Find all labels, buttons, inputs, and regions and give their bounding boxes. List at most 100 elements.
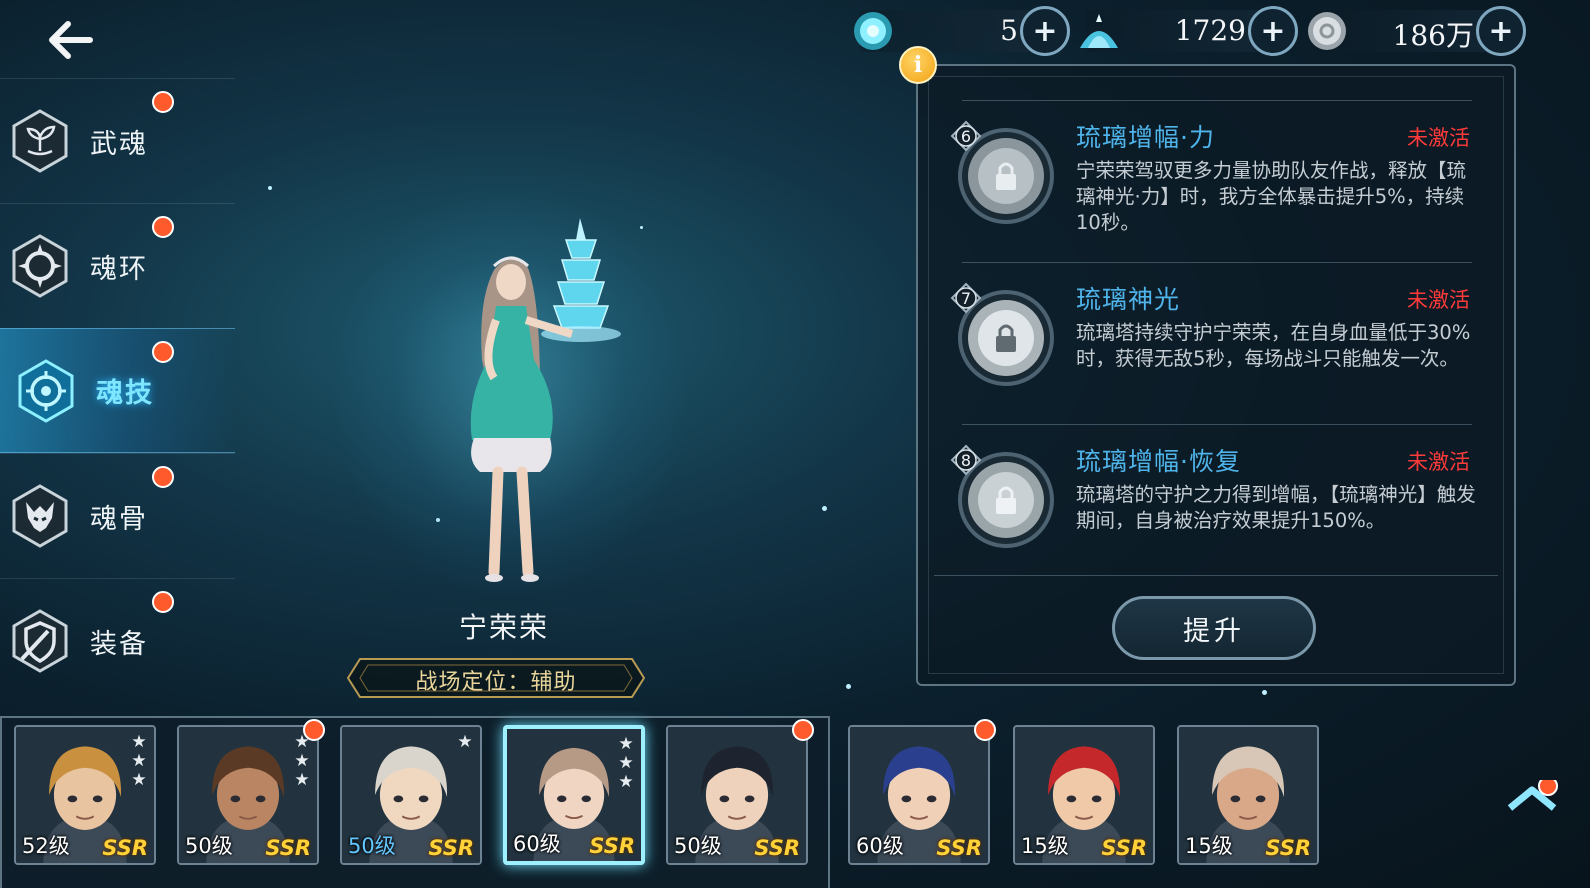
star-icon: ★ bbox=[131, 770, 147, 790]
notification-dot bbox=[152, 341, 174, 363]
character-level: 15级 bbox=[1185, 834, 1233, 858]
skill-status: 未激活 bbox=[1407, 288, 1470, 312]
character-level: 50级 bbox=[674, 834, 722, 858]
resource-value: 5 bbox=[1000, 14, 1018, 47]
skill-target-icon bbox=[18, 358, 74, 423]
locked-skill-icon: 8 bbox=[950, 444, 1054, 548]
ring-icon bbox=[12, 234, 68, 298]
character-level: 50级 bbox=[185, 834, 233, 858]
character-level: 60级 bbox=[856, 834, 904, 858]
skill-description: 琉璃塔持续守护宁荣荣，在自身血量低于30%时，获得无敌5秒，每场战斗只能触发一次… bbox=[1076, 321, 1471, 370]
role-label: 战场定位：辅助 bbox=[415, 670, 577, 695]
soul-crystal-icon bbox=[854, 12, 892, 50]
skill-entry[interactable]: 7 琉璃神光 未激活 琉璃塔持续守护宁荣荣，在自身血量低于30%时，获得无敌5秒… bbox=[946, 262, 1476, 424]
character-card[interactable]: 60级 SSR bbox=[848, 725, 990, 865]
star-icon: ★ bbox=[294, 770, 310, 790]
rarity-badge: SSR bbox=[265, 836, 311, 860]
star-icon: ★ bbox=[294, 751, 310, 771]
resource-soul-crystal: 5 + bbox=[850, 6, 1070, 56]
sidebar-item-label: 魂环 bbox=[90, 253, 148, 285]
rarity-badge: SSR bbox=[1101, 836, 1147, 860]
rarity-badge: SSR bbox=[589, 834, 635, 858]
sidebar-item-wuhun[interactable]: 武魂 bbox=[0, 78, 235, 203]
star-rating: ★ ★ ★ bbox=[616, 735, 636, 792]
back-arrow-icon[interactable] bbox=[44, 16, 96, 64]
character-card[interactable]: 60级 SSR ★ ★ ★ bbox=[503, 725, 645, 865]
rarity-badge: SSR bbox=[936, 836, 982, 860]
resource-silver-coin: 186万 + bbox=[1304, 6, 1526, 56]
star-icon: ★ bbox=[618, 734, 634, 754]
notification-dot bbox=[152, 591, 174, 613]
character-name: 宁荣荣 bbox=[458, 611, 549, 644]
star-rating: ★ ★ ★ bbox=[129, 733, 149, 790]
resource-diamond: 1729 + bbox=[1076, 6, 1298, 56]
upgrade-button[interactable]: 提升 bbox=[1112, 596, 1316, 660]
skill-name: 琉璃神光 bbox=[1076, 285, 1181, 314]
sparkle-particle bbox=[1262, 690, 1267, 695]
sidebar-menu: 武魂 魂环 魂技 魂骨 装备 bbox=[0, 78, 235, 703]
info-icon[interactable]: i bbox=[899, 46, 937, 84]
character-level: 50级 bbox=[348, 834, 396, 858]
notification-dot bbox=[152, 216, 174, 238]
sparkle-particle bbox=[846, 684, 851, 689]
rarity-badge: SSR bbox=[428, 836, 474, 860]
notification-dot bbox=[152, 466, 174, 488]
sparkle-particle bbox=[268, 186, 272, 190]
skill-status: 未激活 bbox=[1407, 450, 1470, 474]
character-level: 15级 bbox=[1021, 834, 1069, 858]
character-card[interactable]: 50级 SSR ★ ★ ★ bbox=[177, 725, 319, 865]
star-icon: ★ bbox=[618, 772, 634, 792]
character-model[interactable] bbox=[390, 210, 650, 600]
divider bbox=[934, 575, 1498, 576]
notification-dot bbox=[974, 719, 996, 741]
skill-number: 7 bbox=[961, 289, 971, 308]
sidebar-item-label: 装备 bbox=[90, 628, 148, 660]
resource-value: 1729 bbox=[1174, 14, 1246, 47]
character-card[interactable]: 52级 SSR ★ ★ ★ bbox=[14, 725, 156, 865]
add-silver-coin-button[interactable]: + bbox=[1476, 6, 1526, 56]
star-rating: ★ ★ ★ bbox=[292, 733, 312, 790]
skill-number: 8 bbox=[961, 451, 971, 470]
rarity-badge: SSR bbox=[754, 836, 800, 860]
character-card[interactable]: 15级 SSR bbox=[1013, 725, 1155, 865]
add-diamond-button[interactable]: + bbox=[1248, 6, 1298, 56]
locked-skill-icon: 7 bbox=[950, 282, 1054, 386]
notification-dot bbox=[792, 719, 814, 741]
character-level: 60级 bbox=[513, 832, 561, 856]
notification-dot bbox=[303, 719, 325, 741]
skill-name: 琉璃增幅·力 bbox=[1076, 123, 1215, 152]
skill-description: 琉璃塔的守护之力得到增幅，【琉璃神光】触发期间，自身被治疗效果提升150%。 bbox=[1076, 483, 1476, 532]
sidebar-item-hunhuan[interactable]: 魂环 bbox=[0, 203, 235, 328]
sparkle-particle bbox=[822, 506, 827, 511]
star-icon: ★ bbox=[618, 753, 634, 773]
skill-entry[interactable]: 8 琉璃增幅·恢复 未激活 琉璃塔的守护之力得到增幅，【琉璃神光】触发期间，自身… bbox=[946, 424, 1476, 586]
sprout-icon bbox=[12, 109, 68, 173]
star-rating: ★ bbox=[455, 733, 475, 752]
character-card[interactable]: 15级 SSR bbox=[1177, 725, 1319, 865]
sidebar-item-label: 魂技 bbox=[96, 378, 154, 409]
sidebar-item-label: 武魂 bbox=[90, 128, 148, 160]
expand-up-icon[interactable] bbox=[1506, 780, 1558, 814]
resource-value: 186万 bbox=[1392, 19, 1474, 52]
rarity-badge: SSR bbox=[1265, 836, 1311, 860]
skill-entry[interactable]: 6 琉璃增幅·力 未激活 宁荣荣驾驭更多力量协助队友作战，释放【琉璃神光·力】时… bbox=[946, 100, 1476, 262]
skill-name: 琉璃增幅·恢复 bbox=[1076, 447, 1241, 476]
rarity-badge: SSR bbox=[102, 836, 148, 860]
silver-coin-icon bbox=[1308, 12, 1346, 50]
character-card[interactable]: 50级 SSR ★ bbox=[340, 725, 482, 865]
notification-dot bbox=[152, 91, 174, 113]
star-icon: ★ bbox=[131, 751, 147, 771]
skill-description: 宁荣荣驾驭更多力量协助队友作战，释放【琉璃神光·力】时，我方全体暴击提升5%，持… bbox=[1076, 159, 1467, 234]
sidebar-item-zhuangbei[interactable]: 装备 bbox=[0, 578, 235, 703]
sidebar-item-label: 魂骨 bbox=[90, 503, 148, 535]
diamond-pile-icon bbox=[1080, 14, 1118, 48]
resource-bar: 5 + 1729 + 186万 + bbox=[850, 6, 1530, 56]
add-soul-crystal-button[interactable]: + bbox=[1020, 6, 1070, 56]
star-icon: ★ bbox=[131, 732, 147, 752]
skill-status: 未激活 bbox=[1407, 126, 1470, 150]
locked-skill-icon: 6 bbox=[950, 120, 1054, 224]
sidebar-item-hungu[interactable]: 魂骨 bbox=[0, 453, 235, 578]
character-card[interactable]: 50级 SSR bbox=[666, 725, 808, 865]
character-level: 52级 bbox=[22, 834, 70, 858]
sidebar-item-hunji[interactable]: 魂技 bbox=[0, 328, 235, 453]
